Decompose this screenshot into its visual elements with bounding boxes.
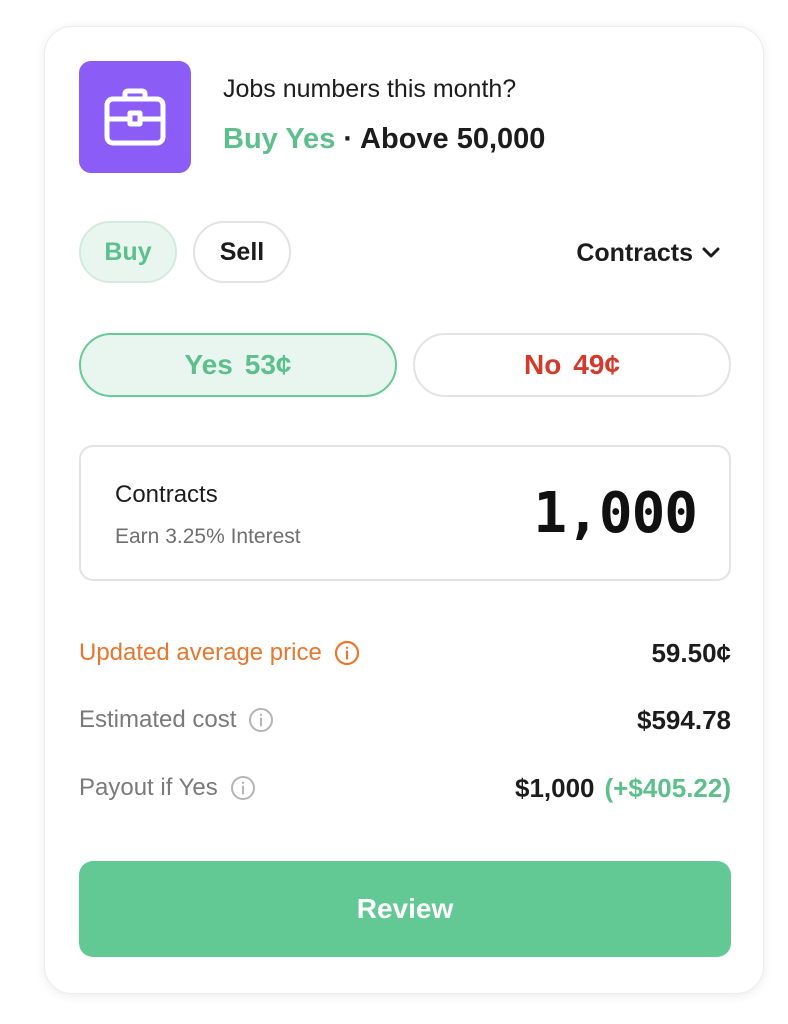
quantity-input[interactable]: Contracts Earn 3.25% Interest 1,000 [79,445,731,581]
info-icon[interactable] [230,775,256,801]
avg-price-row: Updated average price 59.50¢ [79,633,731,673]
sell-toggle[interactable]: Sell [193,221,291,283]
estimated-cost-value: $594.78 [637,704,731,735]
avg-price-label: Updated average price [79,639,322,666]
no-label: No [523,349,562,380]
order-card: Jobs numbers this month? Buy Yes · Above… [44,26,764,994]
market-selection: Buy Yes · Above 50,000 [223,123,545,156]
info-icon[interactable] [248,707,274,733]
yes-price: 53¢ [244,349,292,380]
avg-price-label-wrap: Updated average price [79,633,360,673]
payout-gain: (+$405.22) [604,772,731,803]
no-price: 49¢ [573,349,621,380]
yes-outcome-button[interactable]: Yes 53¢ [79,333,397,397]
interest-note: Earn 3.25% Interest [115,525,301,548]
buy-toggle[interactable]: Buy [79,221,177,283]
side-label: Buy Yes [223,123,336,155]
chevron-down-icon [702,247,720,258]
separator-dot: · [343,123,354,155]
estimated-cost-label-wrap: Estimated cost [79,700,274,740]
quantity-value[interactable]: 1,000 [533,481,698,546]
quantity-label: Contracts [115,481,218,508]
payout-value-wrap: $1,000 (+$405.22) [515,768,731,808]
units-label: Contracts [576,238,693,267]
yes-label: Yes [184,349,233,380]
briefcase-icon [104,88,166,146]
estimated-cost-label: Estimated cost [79,706,237,733]
review-button[interactable]: Review [79,861,731,957]
market-question: Jobs numbers this month? [223,75,517,103]
avg-price-value: 59.50¢ [651,637,731,668]
payout-label-wrap: Payout if Yes [79,768,256,808]
payout-row: Payout if Yes $1,000 (+$405.22) [79,768,731,808]
payout-value: $1,000 [514,772,595,803]
market-icon-tile [79,61,191,173]
estimated-cost-row: Estimated cost $594.78 [79,700,731,740]
units-dropdown[interactable]: Contracts [576,233,721,273]
no-outcome-button[interactable]: No 49¢ [413,333,731,397]
target-label: Above 50,000 [360,123,546,155]
info-icon[interactable] [334,640,360,666]
payout-label: Payout if Yes [79,774,218,801]
